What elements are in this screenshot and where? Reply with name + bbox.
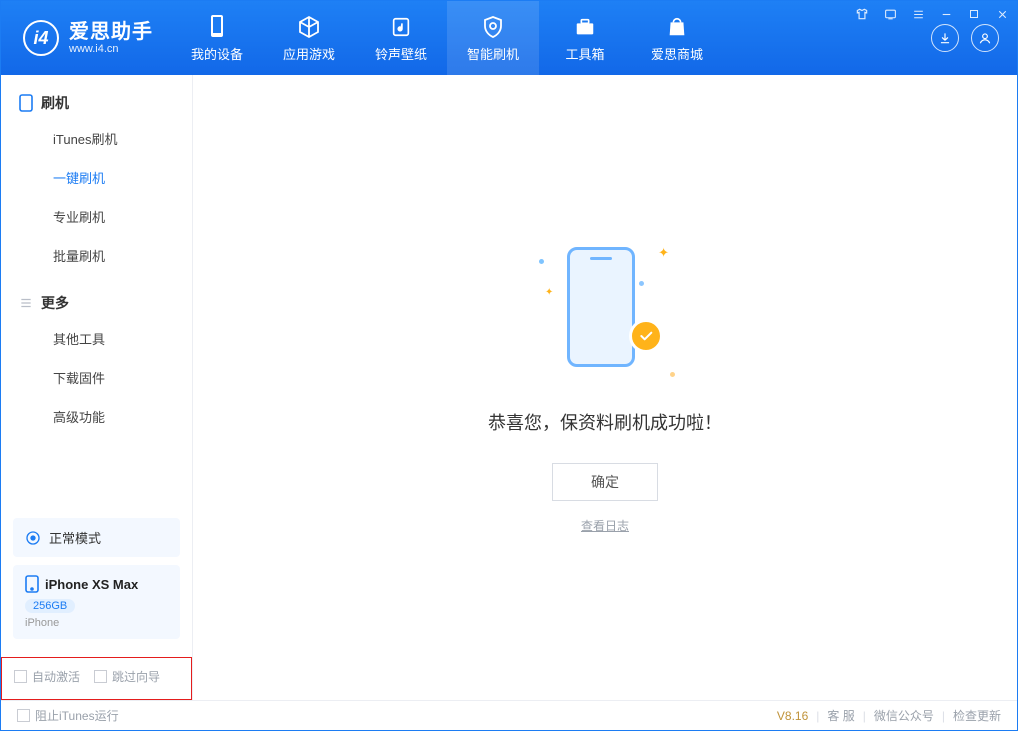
menu-icon[interactable] [909,5,927,23]
sparkle-icon: ✦ [658,245,669,261]
sidebar-group-label: 更多 [41,293,69,313]
device-mode-label: 正常模式 [49,528,101,547]
bag-icon [664,14,690,40]
sidebar: 刷机 iTunes刷机 一键刷机 专业刷机 批量刷机 更多 其他工具 下载固件 … [1,75,193,700]
checkbox-auto-activate[interactable]: 自动激活 [14,668,80,685]
logo-icon: i4 [23,20,59,56]
phone-outline-icon [19,94,33,112]
checkbox-icon [14,670,27,683]
nav-my-device[interactable]: 我的设备 [171,1,263,75]
flash-options-panel: 自动激活 跳过向导 [1,657,192,700]
device-name: iPhone XS Max [45,577,138,592]
sidebar-group-label: 刷机 [41,93,69,113]
version-label: V8.16 [777,709,808,723]
sidebar-item-pro-flash[interactable]: 专业刷机 [1,197,192,236]
checkbox-block-itunes[interactable]: 阻止iTunes运行 [17,707,119,724]
device-panel: 正常模式 iPhone XS Max 256GB iPhone [1,508,192,657]
phone-icon [25,575,39,593]
checkbox-icon [17,709,30,722]
decor-dot [639,281,644,286]
device-icon [204,14,230,40]
app-url: www.i4.cn [69,43,153,55]
maximize-button[interactable] [965,5,983,23]
phone-illustration [567,247,635,367]
close-button[interactable] [993,5,1011,23]
toolbox-icon [572,14,598,40]
top-nav: 我的设备 应用游戏 铃声壁纸 智能刷机 工具箱 爱思商城 [171,1,723,75]
check-badge-icon [629,319,663,353]
device-card[interactable]: iPhone XS Max 256GB iPhone [13,565,180,639]
check-update-link[interactable]: 检查更新 [953,707,1001,724]
nav-store[interactable]: 爱思商城 [631,1,723,75]
sidebar-item-batch-flash[interactable]: 批量刷机 [1,236,192,275]
list-icon [19,296,33,310]
device-storage: 256GB [25,599,75,613]
shield-icon [480,14,506,40]
logo[interactable]: i4 爱思助手 www.i4.cn [1,1,171,75]
sidebar-item-other-tools[interactable]: 其他工具 [1,319,192,358]
wechat-link[interactable]: 微信公众号 [874,707,934,724]
sidebar-group-more: 更多 其他工具 下载固件 高级功能 [1,275,192,436]
success-illustration: ✦ ✦ [545,241,665,381]
sidebar-item-advanced[interactable]: 高级功能 [1,397,192,436]
download-button[interactable] [931,24,959,52]
statusbar: 阻止iTunes运行 V8.16 | 客 服 | 微信公众号 | 检查更新 [1,700,1017,730]
window-controls [853,5,1011,23]
app-name: 爱思助手 [69,21,153,43]
dial-icon [25,530,41,546]
checkbox-skip-guide[interactable]: 跳过向导 [94,668,160,685]
sidebar-item-itunes-flash[interactable]: iTunes刷机 [1,119,192,158]
confirm-button[interactable]: 确定 [552,463,658,501]
nav-toolbox[interactable]: 工具箱 [539,1,631,75]
sparkle-icon: ✦ [545,287,553,298]
main-content: ✦ ✦ 恭喜您，保资料刷机成功啦！ 确定 查看日志 [193,75,1017,700]
nav-ringtones[interactable]: 铃声壁纸 [355,1,447,75]
sidebar-item-oneclick-flash[interactable]: 一键刷机 [1,158,192,197]
decor-dot [670,372,675,377]
sidebar-item-download-firmware[interactable]: 下载固件 [1,358,192,397]
sidebar-group-flash: 刷机 iTunes刷机 一键刷机 专业刷机 批量刷机 [1,75,192,275]
minimize-button[interactable] [937,5,955,23]
tshirt-icon[interactable] [853,5,871,23]
user-button[interactable] [971,24,999,52]
device-type: iPhone [25,617,59,629]
nav-flash[interactable]: 智能刷机 [447,1,539,75]
success-message: 恭喜您，保资料刷机成功啦！ [488,409,722,435]
music-icon [388,14,414,40]
body: 刷机 iTunes刷机 一键刷机 专业刷机 批量刷机 更多 其他工具 下载固件 … [1,75,1017,700]
view-log-link[interactable]: 查看日志 [581,517,629,534]
feedback-icon[interactable] [881,5,899,23]
app-window: i4 爱思助手 www.i4.cn 我的设备 应用游戏 铃声壁纸 智能刷机 [0,0,1018,731]
device-mode-card[interactable]: 正常模式 [13,518,180,557]
decor-dot [539,259,544,264]
nav-apps-games[interactable]: 应用游戏 [263,1,355,75]
cube-icon [296,14,322,40]
checkbox-icon [94,670,107,683]
support-link[interactable]: 客 服 [827,707,854,724]
